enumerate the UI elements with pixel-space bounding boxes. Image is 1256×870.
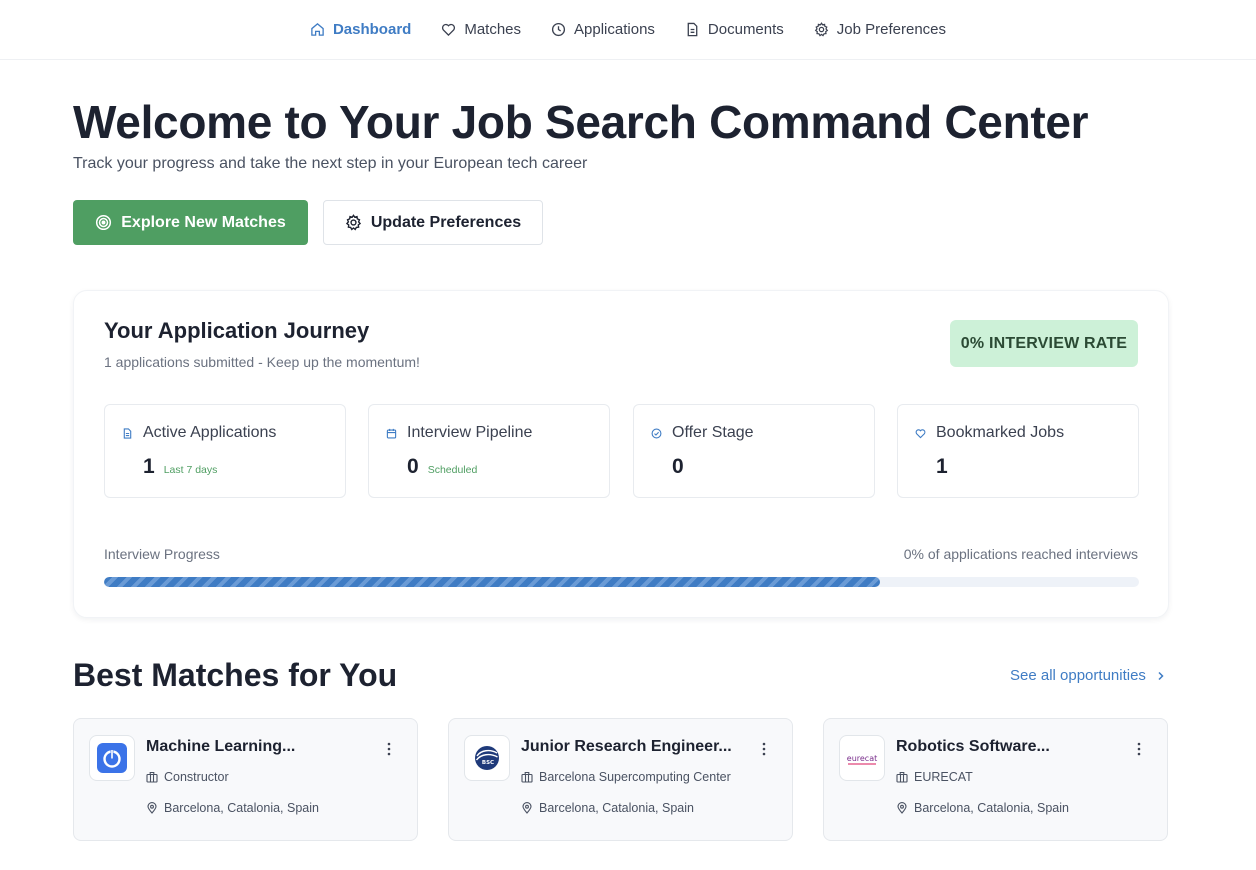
stat-label: Interview Pipeline <box>407 424 533 441</box>
job-card[interactable]: eurecat Robotics Software... EURECAT Bar… <box>823 718 1168 841</box>
stat-tag: Last 7 days <box>163 464 218 476</box>
nav-job-preferences[interactable]: Job Preferences <box>799 0 961 60</box>
journey-title: Your Application Journey <box>104 318 370 343</box>
nav-label: Dashboard <box>332 21 412 38</box>
bsc-logo: BSC <box>475 746 499 770</box>
stat-label: Active Applications <box>143 424 277 441</box>
stat-interview-pipeline[interactable]: Interview Pipeline 0 Scheduled <box>368 404 610 498</box>
company-name: EURECAT <box>914 770 973 784</box>
building-icon <box>896 771 908 783</box>
job-card[interactable]: BSC Junior Research Engineer... Barcelon… <box>448 718 793 841</box>
page-title: Welcome to Your Job Search Command Cente… <box>73 96 1089 148</box>
interview-progress-bar <box>104 577 1139 587</box>
eurecat-logo: eurecat <box>847 754 877 765</box>
document-icon <box>687 22 698 37</box>
interview-rate-badge: 0% INTERVIEW RATE <box>950 320 1138 367</box>
stat-value: 1 <box>936 455 948 478</box>
location-pin-icon <box>522 802 532 814</box>
stat-offer-stage[interactable]: Offer Stage 0 <box>633 404 875 498</box>
job-title: Junior Research Engineer... <box>521 738 732 755</box>
heart-icon <box>915 428 926 438</box>
stat-tag: Scheduled <box>427 464 478 476</box>
stat-label: Offer Stage <box>672 424 754 441</box>
target-icon <box>96 214 112 231</box>
nav-label: Matches <box>464 21 522 38</box>
top-nav: Dashboard Matches Applications Documents… <box>0 0 1256 60</box>
location-pin-icon <box>147 802 157 814</box>
nav-label: Documents <box>707 21 784 38</box>
company-logo <box>89 735 135 781</box>
nav-documents[interactable]: Documents <box>670 0 799 60</box>
calendar-icon <box>386 428 397 438</box>
location-text: Barcelona, Catalonia, Spain <box>539 801 694 815</box>
job-title: Machine Learning... <box>146 738 296 755</box>
location-text: Barcelona, Catalonia, Spain <box>164 801 319 815</box>
job-location: Barcelona, Catalonia, Spain <box>896 801 1069 815</box>
company-logo: eurecat <box>839 735 885 781</box>
stat-active-applications[interactable]: Active Applications 1 Last 7 days <box>104 404 346 498</box>
progress-fill <box>104 577 881 587</box>
progress-label: Interview Progress <box>104 546 220 562</box>
job-location: Barcelona, Catalonia, Spain <box>146 801 319 815</box>
best-matches-title: Best Matches for You <box>73 657 398 693</box>
company-name: Constructor <box>164 770 229 784</box>
chevron-right-icon <box>1158 671 1164 680</box>
stat-value: 1 <box>143 455 155 478</box>
application-journey-card: Your Application Journey 1 applications … <box>73 290 1169 618</box>
page-subtitle: Track your progress and take the next st… <box>73 155 588 172</box>
home-icon <box>311 23 324 36</box>
link-label: See all opportunities <box>1010 667 1146 684</box>
location-pin-icon <box>897 802 907 814</box>
nav-dashboard[interactable]: Dashboard <box>295 0 426 60</box>
check-circle-icon <box>651 428 662 438</box>
journey-subtitle: 1 applications submitted - Keep up the m… <box>104 354 420 370</box>
clock-icon <box>551 22 566 37</box>
stat-bookmarked-jobs[interactable]: Bookmarked Jobs 1 <box>897 404 1139 498</box>
update-preferences-button[interactable]: Update Preferences <box>323 200 543 245</box>
nav-applications[interactable]: Applications <box>536 0 670 60</box>
company-name: Barcelona Supercomputing Center <box>539 770 731 784</box>
stat-label: Bookmarked Jobs <box>936 424 1065 441</box>
nav-matches[interactable]: Matches <box>426 0 536 60</box>
building-icon <box>521 771 533 783</box>
job-company: EURECAT <box>896 770 973 784</box>
job-company: Barcelona Supercomputing Center <box>521 770 731 784</box>
job-company: Constructor <box>146 770 229 784</box>
gear-icon <box>814 22 828 37</box>
job-title: Robotics Software... <box>896 738 1050 755</box>
button-label: Update Preferences <box>370 213 522 231</box>
see-all-opportunities-link[interactable]: See all opportunities <box>1010 667 1166 684</box>
job-card[interactable]: Machine Learning... Constructor Barcelon… <box>73 718 418 841</box>
svg-text:eurecat: eurecat <box>847 754 877 763</box>
building-icon <box>146 771 158 783</box>
more-options-icon[interactable] <box>385 741 393 757</box>
heart-icon <box>442 23 456 37</box>
constructor-logo <box>97 743 127 773</box>
company-logo: BSC <box>464 735 510 781</box>
document-icon <box>123 427 132 439</box>
gear-icon <box>345 214 361 231</box>
location-text: Barcelona, Catalonia, Spain <box>914 801 1069 815</box>
stat-value: 0 <box>672 455 684 478</box>
explore-matches-button[interactable]: Explore New Matches <box>73 200 308 245</box>
svg-text:BSC: BSC <box>482 760 494 766</box>
nav-label: Applications <box>574 21 655 38</box>
stat-value: 0 <box>407 455 419 478</box>
nav-label: Job Preferences <box>836 21 947 38</box>
progress-text: 0% of applications reached interviews <box>903 546 1138 562</box>
job-location: Barcelona, Catalonia, Spain <box>521 801 694 815</box>
more-options-icon[interactable] <box>760 741 768 757</box>
button-label: Explore New Matches <box>121 213 286 231</box>
more-options-icon[interactable] <box>1135 741 1143 757</box>
